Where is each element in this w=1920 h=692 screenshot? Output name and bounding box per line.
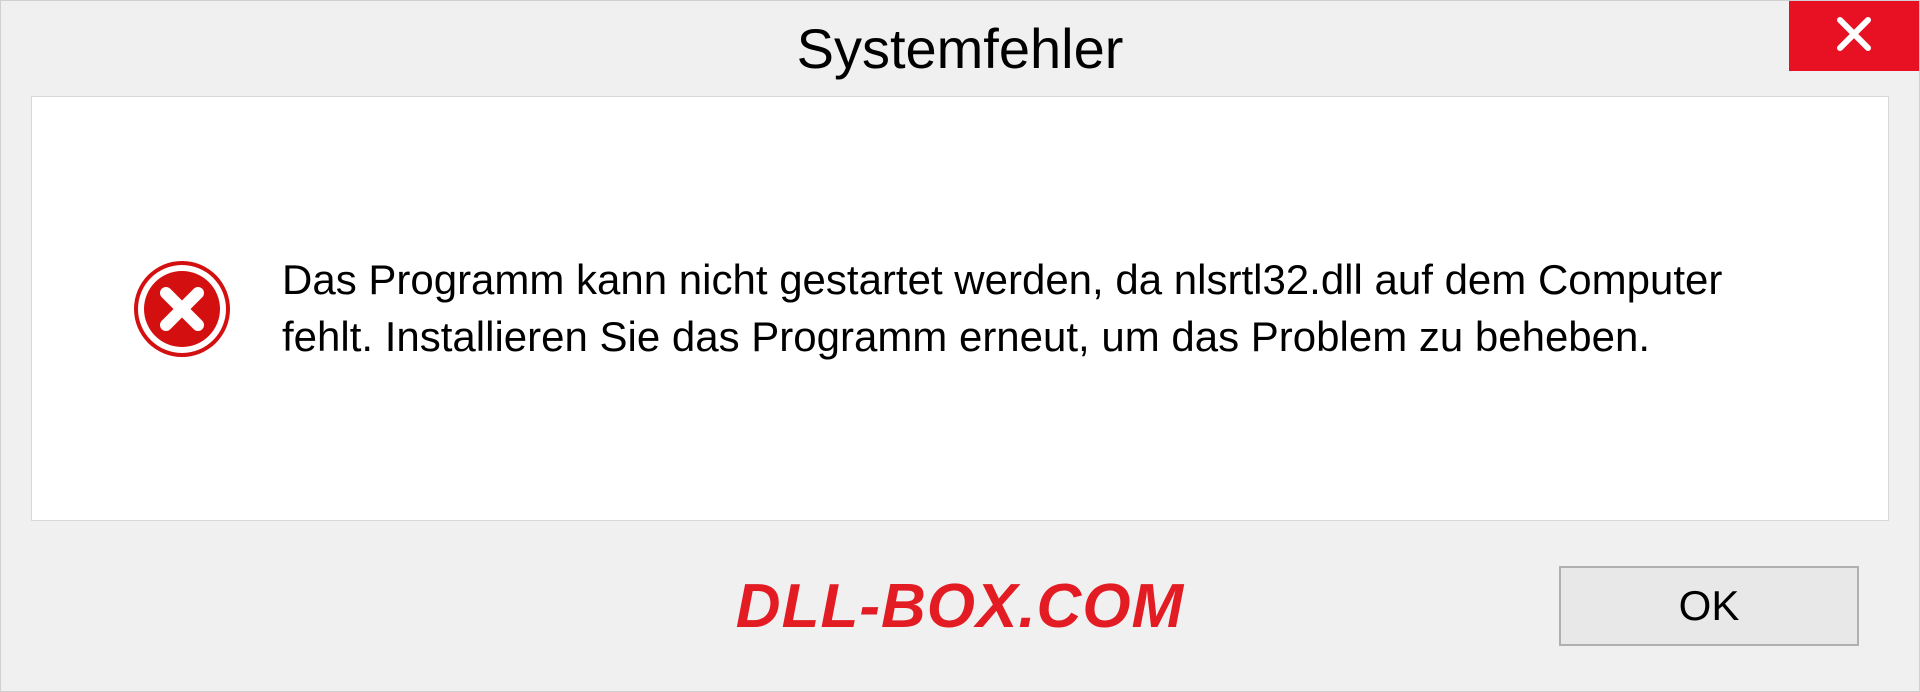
dialog-title: Systemfehler [797,16,1124,81]
error-icon [132,259,232,359]
content-area: Das Programm kann nicht gestartet werden… [31,96,1889,521]
close-button[interactable] [1789,1,1919,71]
watermark-text: DLL-BOX.COM [736,571,1184,642]
dialog-footer: DLL-BOX.COM OK [1,521,1919,691]
error-dialog: Systemfehler Das Programm kann nicht ges… [0,0,1920,692]
close-icon [1834,14,1874,59]
title-bar: Systemfehler [1,1,1919,96]
error-message: Das Programm kann nicht gestartet werden… [282,252,1782,365]
ok-button[interactable]: OK [1559,566,1859,646]
